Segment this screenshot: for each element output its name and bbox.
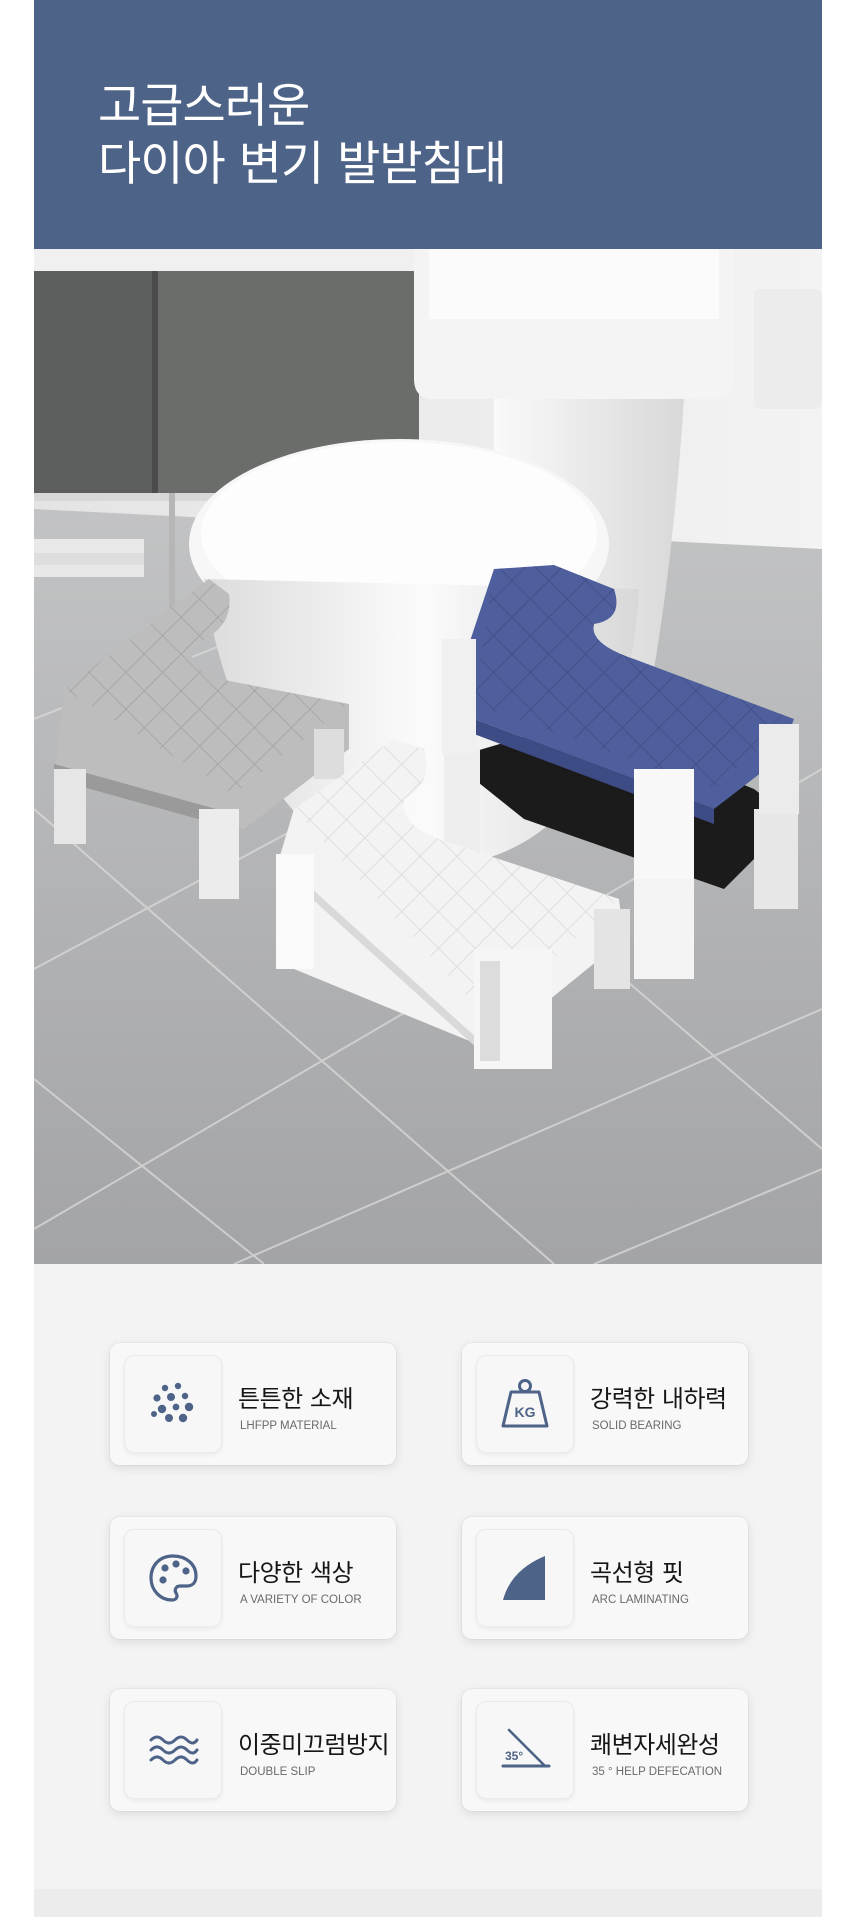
feature-subtitle: 35 ° HELP DEFECATION xyxy=(592,1766,723,1778)
feature-icon-box: 35° xyxy=(476,1701,574,1799)
feature-icon-box: KG xyxy=(476,1355,574,1453)
dots-icon xyxy=(151,1382,194,1423)
feature-subtitle: DOUBLE SLIP xyxy=(240,1766,316,1778)
feature-title: 다양한 색상 xyxy=(238,1559,354,1587)
feature-title: 이중미끄럼방지 xyxy=(238,1731,390,1759)
feature-subtitle: A VARIETY OF COLOR xyxy=(240,1594,362,1606)
page-title: 고급스러운 다이아 변기 발받침대 xyxy=(98,78,507,194)
feature-title: 강력한 내하력 xyxy=(590,1385,727,1413)
feature-icon-box xyxy=(124,1701,222,1799)
feature-card-slip: 이중미끄럼방지 DOUBLE SLIP xyxy=(110,1689,396,1811)
feature-card-material: 튼튼한 소재 LHFPP MATERIAL xyxy=(110,1343,396,1465)
title-line-1: 고급스러운 xyxy=(98,79,310,134)
feature-icon-box xyxy=(124,1355,222,1453)
palette-icon xyxy=(149,1554,198,1602)
feature-icon-box xyxy=(124,1529,222,1627)
bottom-band xyxy=(34,1889,822,1917)
features-section: 튼튼한 소재 LHFPP MATERIAL KG 강력한 내하력 SOLID B… xyxy=(34,1264,822,1889)
arc-icon xyxy=(503,1556,545,1600)
title-line-2: 다이아 변기 발받침대 xyxy=(98,137,507,192)
feature-card-arc: 곡선형 핏 ARC LAMINATING xyxy=(462,1517,748,1639)
weight-kg-icon: KG xyxy=(501,1379,549,1428)
feature-card-angle: 35° 쾌변자세완성 35 ° HELP DEFECATION xyxy=(462,1689,748,1811)
feature-subtitle: SOLID BEARING xyxy=(592,1420,682,1432)
header-banner: 고급스러운 다이아 변기 발받침대 xyxy=(34,0,822,249)
feature-title: 곡선형 핏 xyxy=(590,1559,684,1587)
product-photo xyxy=(34,249,822,1264)
angle-label: 35° xyxy=(505,1749,523,1763)
feature-card-bearing: KG 강력한 내하력 SOLID BEARING xyxy=(462,1343,748,1465)
feature-title: 쾌변자세완성 xyxy=(590,1731,720,1759)
waves-icon xyxy=(149,1735,199,1765)
feature-subtitle: ARC LAMINATING xyxy=(592,1594,689,1606)
kg-label: KG xyxy=(515,1404,536,1420)
feature-card-color: 다양한 색상 A VARIETY OF COLOR xyxy=(110,1517,396,1639)
angle-icon: 35° xyxy=(501,1728,551,1768)
feature-subtitle: LHFPP MATERIAL xyxy=(240,1420,337,1432)
feature-title: 튼튼한 소재 xyxy=(238,1385,354,1413)
feature-icon-box xyxy=(476,1529,574,1627)
